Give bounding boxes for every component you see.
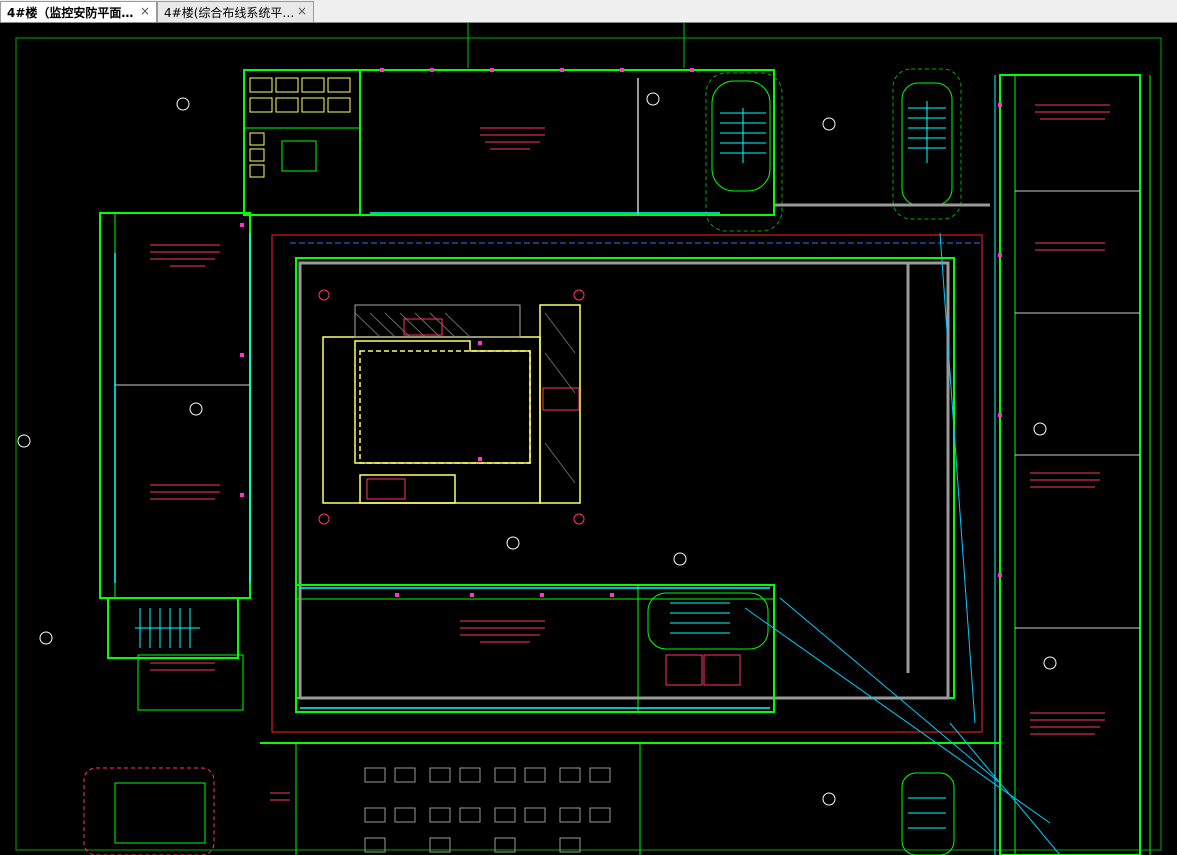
cad-drawing-canvas[interactable] — [0, 23, 1177, 855]
tab-label: 4#楼(综合布线系统平… — [164, 5, 295, 20]
tab-security-plan[interactable]: 4#楼（监控安防平面… × — [0, 1, 157, 22]
tab-label: 4#楼（监控安防平面… — [7, 5, 134, 20]
floor-plan-drawing — [15, 23, 1162, 855]
tab-cabling-plan[interactable]: 4#楼(综合布线系统平… × — [157, 1, 314, 22]
close-icon[interactable]: × — [297, 4, 307, 18]
close-icon[interactable]: × — [140, 4, 150, 18]
document-tab-bar: 4#楼（监控安防平面… × 4#楼(综合布线系统平… × — [0, 0, 1177, 23]
central-core-block — [322, 304, 581, 504]
camera-icon — [240, 68, 1002, 597]
